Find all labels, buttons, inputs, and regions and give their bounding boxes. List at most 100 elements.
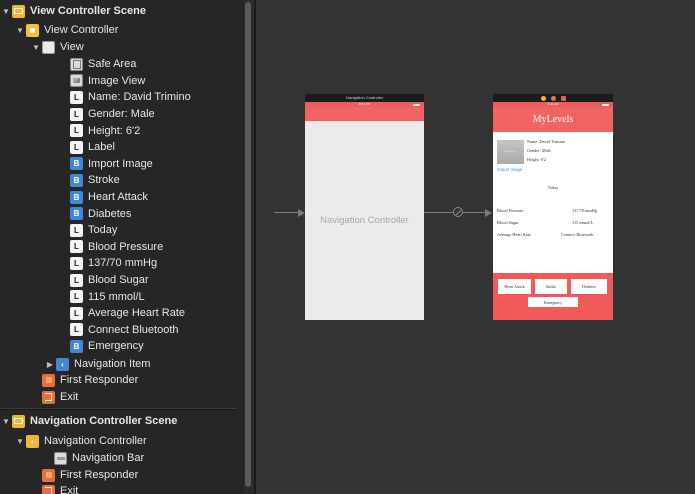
- profile-image-view[interactable]: ImageView: [497, 140, 524, 164]
- outline-item[interactable]: L Blood Sugar: [0, 272, 244, 289]
- outline-label: Today: [88, 224, 118, 237]
- view-icon: [42, 40, 55, 54]
- outline-item[interactable]: L Average Heart Rate: [0, 305, 244, 322]
- disclosure-triangle-icon[interactable]: ▼: [14, 26, 26, 35]
- outline-scene-navigation-controller[interactable]: ▼ Navigation Controller Scene: [0, 413, 244, 430]
- document-outline: ▼ View Controller Scene ▼ View Controlle…: [0, 0, 244, 494]
- outline-item-navigation-bar[interactable]: Navigation Bar: [0, 450, 244, 467]
- outline-label: Exit: [60, 485, 79, 494]
- outline-item[interactable]: B Heart Attack: [0, 189, 244, 206]
- navigation-controller-label: Navigation Controller: [320, 215, 409, 226]
- outline-item[interactable]: L Today: [0, 222, 244, 239]
- outline-item[interactable]: L Gender: Male: [0, 106, 244, 123]
- outline-label: Image View: [88, 74, 146, 87]
- outline-item[interactable]: L Connect Bluetooth: [0, 322, 244, 339]
- outline-item[interactable]: B Diabetes: [0, 205, 244, 222]
- outline-label: Height: 6'2: [88, 124, 141, 137]
- view-controller-icon: [26, 23, 39, 37]
- scene-divider: [0, 408, 236, 410]
- outline-item[interactable]: L Name: David Trimino: [0, 89, 244, 106]
- button-icon: B: [70, 173, 83, 187]
- view-controller-content: ImageView Name: David Trimino Gender: Ma…: [493, 132, 613, 273]
- outline-label: Import Image: [88, 157, 153, 170]
- button-icon: B: [70, 157, 83, 171]
- connect-bluetooth-label: Connect Bluetooth: [561, 232, 594, 237]
- status-time: 9:41 AM: [547, 102, 559, 106]
- first-responder-icon[interactable]: [550, 95, 556, 101]
- disclosure-triangle-icon[interactable]: ▼: [0, 417, 12, 426]
- safe-area-icon: [70, 57, 83, 71]
- segue-line[interactable]: [424, 212, 454, 213]
- button-icon: B: [70, 207, 83, 221]
- outline-item-first-responder-2[interactable]: First Responder: [0, 467, 244, 484]
- label-icon: L: [70, 306, 83, 320]
- outline-item[interactable]: L Label: [0, 139, 244, 156]
- disclosure-triangle-icon[interactable]: ▼: [14, 437, 26, 446]
- diabetes-button[interactable]: Diabetes: [571, 279, 607, 294]
- outline-label: Navigation Item: [74, 358, 151, 371]
- outline-label: First Responder: [60, 469, 139, 482]
- blood-pressure-label: Blood Pressure: [497, 208, 524, 213]
- label-icon: L: [70, 240, 83, 254]
- heart-attack-button[interactable]: Heart Attack: [498, 279, 531, 294]
- outline-label: Emergency: [88, 340, 144, 353]
- first-responder-icon: [42, 468, 55, 482]
- initial-arrow[interactable]: [274, 212, 300, 213]
- outline-item-first-responder[interactable]: First Responder: [0, 372, 244, 389]
- exit-icon[interactable]: [560, 95, 566, 101]
- outline-item[interactable]: Image View: [0, 73, 244, 90]
- view-controller-scene[interactable]: 9:41 AM MyLevels ImageView Name: David T…: [493, 94, 613, 320]
- outline-item-exit[interactable]: Exit: [0, 389, 244, 406]
- disclosure-triangle-icon[interactable]: ▼: [0, 7, 12, 16]
- outline-item[interactable]: L Height: 6'2: [0, 122, 244, 139]
- outline-item[interactable]: Safe Area: [0, 56, 244, 73]
- segue-line[interactable]: [463, 212, 486, 213]
- outline-label: Blood Sugar: [88, 274, 149, 287]
- exit-icon: [42, 390, 55, 404]
- import-image-button[interactable]: Import Image: [497, 167, 522, 172]
- blood-sugar-label: Blood Sugar: [497, 220, 519, 225]
- label-icon: L: [70, 124, 83, 138]
- outline-item-exit-2[interactable]: Exit: [0, 483, 244, 494]
- status-time: 9:41 AM: [358, 102, 370, 106]
- outline-scene-view-controller[interactable]: ▼ View Controller Scene: [0, 3, 244, 20]
- action-footer: Heart Attack Stroke Diabetes Emergency: [493, 273, 613, 320]
- outline-item[interactable]: L 137/70 mmHg: [0, 255, 244, 272]
- disclosure-triangle-icon[interactable]: ▼: [30, 43, 42, 52]
- first-responder-icon: [42, 373, 55, 387]
- storyboard-canvas[interactable]: Navigation Controller 9:41 AM Navigation…: [256, 0, 695, 494]
- outline-label: First Responder: [60, 374, 139, 387]
- outline-item[interactable]: L Blood Pressure: [0, 239, 244, 256]
- outline-item[interactable]: B Emergency: [0, 338, 244, 355]
- outline-scrollbar[interactable]: [245, 2, 251, 487]
- outline-item-view-controller[interactable]: ▼ View Controller: [0, 22, 244, 39]
- disclosure-triangle-icon[interactable]: ▶: [44, 360, 56, 369]
- navigation-controller-scene[interactable]: Navigation Controller 9:41 AM Navigation…: [305, 94, 424, 320]
- outline-item-navigation-item[interactable]: ▶ ‹ Navigation Item: [0, 356, 244, 373]
- outline-item-navigation-controller[interactable]: ▼ ‹ Navigation Controller: [0, 433, 244, 450]
- button-icon: B: [70, 339, 83, 353]
- outline-item[interactable]: B Import Image: [0, 156, 244, 173]
- emergency-button[interactable]: Emergency: [528, 297, 578, 307]
- view-controller-icon[interactable]: [540, 95, 546, 101]
- segue-icon[interactable]: [453, 207, 463, 217]
- scene-title-bar: Navigation Controller: [305, 94, 424, 102]
- outline-label: Gender: Male: [88, 108, 155, 121]
- battery-icon: [413, 103, 420, 106]
- outline-item-view[interactable]: ▼ View: [0, 39, 244, 56]
- gender-label: Gender: Male: [527, 148, 551, 153]
- scene-icon: [12, 414, 25, 428]
- outline-item[interactable]: B Stroke: [0, 172, 244, 189]
- navigation-controller-icon: ‹: [26, 434, 39, 448]
- outline-label: Navigation Bar: [72, 452, 145, 465]
- outline-label: Diabetes: [88, 207, 132, 220]
- outline-label: Stroke: [88, 174, 120, 187]
- outline-item[interactable]: L 115 mmol/L: [0, 288, 244, 305]
- height-label: Height: 6'2: [527, 157, 547, 162]
- label-icon: L: [70, 90, 83, 104]
- navigation-controller-body: Navigation Controller: [305, 121, 424, 320]
- label-icon: L: [70, 140, 83, 154]
- navigation-bar[interactable]: [305, 107, 424, 121]
- segue-arrow-head-icon: [485, 208, 492, 217]
- stroke-button[interactable]: Stroke: [535, 279, 567, 294]
